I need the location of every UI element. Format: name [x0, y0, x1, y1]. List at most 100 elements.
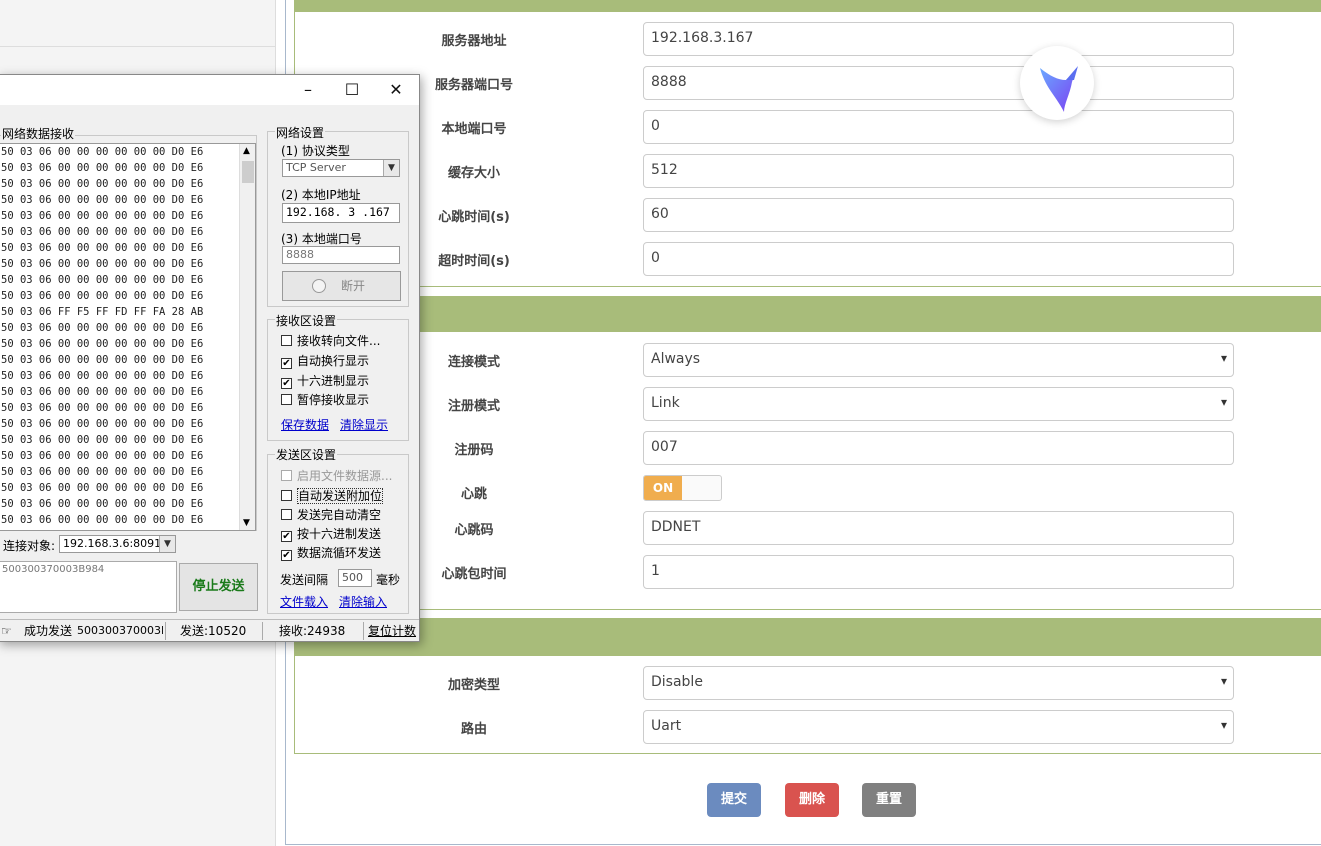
checkbox[interactable]	[281, 490, 292, 501]
file-source-option[interactable]: 启用文件数据源...	[281, 468, 392, 484]
checkbox[interactable]: ✔	[281, 531, 292, 542]
server-port-input[interactable]: 8888	[643, 66, 1234, 100]
scroll-up-icon[interactable]: ▲	[243, 146, 250, 156]
disconnect-label: 断开	[341, 279, 366, 293]
local-ip-input[interactable]: 192.168. 3 .167	[282, 203, 400, 223]
encrypt-type-value: Disable	[651, 674, 703, 690]
file-load-link[interactable]: 文件载入	[280, 593, 328, 610]
loop-send-option[interactable]: ✔ 数据流循环发送	[281, 545, 381, 561]
recv-line: 50 03 06 00 00 00 00 00 00 D0 E6	[1, 258, 204, 270]
pause-recv-option[interactable]: 暂停接收显示	[281, 392, 369, 408]
protocol-value: TCP Server	[286, 161, 346, 174]
recv-settings-title: 接收区设置	[275, 312, 338, 329]
encrypt-type-select[interactable]: Disable	[643, 666, 1234, 700]
heartbeat-time-input[interactable]: 60	[643, 198, 1234, 232]
protocol-label: (1) 协议类型	[281, 144, 350, 158]
clear-input-link[interactable]: 清除输入	[339, 593, 387, 610]
recv-line: 50 03 06 00 00 00 00 00 00 D0 E6	[1, 274, 204, 286]
send-settings-title: 发送区设置	[275, 446, 338, 463]
chevron-down-icon[interactable]: ▼	[383, 160, 399, 176]
recv-line: 50 03 06 00 00 00 00 00 00 D0 E6	[1, 450, 204, 462]
register-code-input[interactable]: 007	[643, 431, 1234, 465]
connect-mode-select[interactable]: Always	[643, 343, 1234, 377]
local-port-input-win[interactable]: 8888	[282, 246, 400, 264]
reset-button[interactable]: 重置	[862, 783, 916, 817]
recv-line: 50 03 06 FF F5 FF FD FF FA 28 AB	[1, 306, 204, 318]
register-mode-select[interactable]: Link	[643, 387, 1234, 421]
recv-textarea[interactable]: 50 03 06 00 00 00 00 00 00 D0 E6 50 03 06…	[0, 143, 256, 531]
heartbeat-toggle-on: ON	[644, 476, 682, 500]
close-icon[interactable]: ✕	[381, 79, 411, 101]
hex-display-option[interactable]: ✔ 十六进制显示	[281, 373, 369, 389]
send-interval-input[interactable]: 500	[338, 569, 372, 587]
heartbeat-packet-time-input[interactable]: 1	[643, 555, 1234, 589]
section-header-register	[294, 296, 1321, 332]
recv-line: 50 03 06 00 00 00 00 00 00 D0 E6	[1, 386, 204, 398]
delete-button[interactable]: 删除	[785, 783, 839, 817]
hex-send-label: 按十六进制发送	[297, 527, 382, 541]
auto-append-label: 自动发送附加位	[297, 488, 384, 504]
stop-send-button[interactable]: 停止发送	[179, 563, 258, 611]
recv-line: 50 03 06 00 00 00 00 00 00 D0 E6	[1, 194, 204, 206]
floating-assistant-button[interactable]	[1020, 46, 1094, 120]
recv-line: 50 03 06 00 00 00 00 00 00 D0 E6	[1, 226, 204, 238]
clear-display-link[interactable]: 清除显示	[340, 416, 388, 433]
timeout-input[interactable]: 0	[643, 242, 1234, 276]
hex-display-label: 十六进制显示	[297, 374, 370, 388]
recv-line: 50 03 06 00 00 00 00 00 00 D0 E6	[1, 162, 204, 174]
connect-mode-value: Always	[651, 351, 701, 367]
heartbeat-code-input[interactable]: DDNET	[643, 511, 1234, 545]
hex-send-option[interactable]: ✔ 按十六进制发送	[281, 526, 381, 542]
local-port-label-win: (3) 本地端口号	[281, 232, 362, 246]
recv-line: 50 03 06 00 00 00 00 00 00 D0 E6	[1, 402, 204, 414]
protocol-select[interactable]: TCP Server ▼	[282, 159, 400, 177]
disconnect-button[interactable]: 断开	[282, 271, 401, 301]
hand-pointer-icon: ☞	[1, 624, 12, 638]
recv-line: 50 03 06 00 00 00 00 00 00 D0 E6	[1, 354, 204, 366]
server-address-label: 服务器地址	[441, 34, 507, 49]
recv-line: 50 03 06 00 00 00 00 00 00 D0 E6	[1, 210, 204, 222]
recv-line: 50 03 06 00 00 00 00 00 00 D0 E6	[1, 466, 204, 478]
send-status-text: 成功发送	[24, 624, 73, 638]
submit-button[interactable]: 提交	[707, 783, 761, 817]
checkbox[interactable]: ✔	[281, 378, 292, 389]
recv-to-file-option[interactable]: 接收转向文件...	[281, 333, 380, 349]
send-interval-label: 发送间隔	[280, 573, 329, 587]
server-address-input[interactable]: 192.168.3.167	[643, 22, 1234, 56]
checkbox[interactable]: ✔	[281, 550, 292, 561]
auto-append-option[interactable]: 自动发送附加位	[281, 488, 384, 504]
scroll-down-icon[interactable]: ▼	[243, 518, 250, 528]
send-textarea[interactable]: 500300370003B984	[0, 561, 177, 613]
route-label: 路由	[460, 722, 487, 737]
heartbeat-toggle[interactable]: ON	[643, 475, 722, 501]
recv-line: 50 03 06 00 00 00 00 00 00 D0 E6	[1, 370, 204, 382]
checkbox[interactable]	[281, 509, 292, 520]
recv-title: 网络数据接收	[1, 125, 76, 142]
buffer-size-input[interactable]: 512	[643, 154, 1234, 188]
save-data-link[interactable]: 保存数据	[281, 416, 329, 433]
checkbox[interactable]	[281, 394, 292, 405]
checkbox[interactable]	[281, 335, 292, 346]
send-status-data: 500300370003B984	[77, 624, 163, 637]
recv-line: 50 03 06 00 00 00 00 00 00 D0 E6	[1, 322, 204, 334]
recv-line: 50 03 06 00 00 00 00 00 00 D0 E6	[1, 498, 204, 510]
chevron-down-icon[interactable]: ▼	[159, 536, 175, 552]
checkbox[interactable]: ✔	[281, 358, 292, 369]
window-titlebar[interactable]: – ☐ ✕	[0, 75, 419, 105]
minimize-icon[interactable]: –	[293, 79, 323, 101]
maximize-icon[interactable]: ☐	[337, 79, 367, 101]
auto-wrap-option[interactable]: ✔ 自动换行显示	[281, 353, 369, 369]
auto-wrap-label: 自动换行显示	[297, 354, 370, 368]
auto-clear-option[interactable]: 发送完自动清空	[281, 507, 381, 523]
checkbox[interactable]	[281, 470, 292, 481]
recv-scrollbar[interactable]: ▲ ▼	[239, 144, 255, 530]
connect-target-combo[interactable]: 192.168.3.6:8091 ▼	[59, 535, 176, 553]
connect-target-value: 192.168.3.6:8091	[63, 537, 162, 550]
recv-line: 50 03 06 00 00 00 00 00 00 D0 E6	[1, 418, 204, 430]
local-port-input[interactable]: 0	[643, 110, 1234, 144]
scroll-thumb[interactable]	[242, 161, 254, 183]
route-select[interactable]: Uart	[643, 710, 1234, 744]
bird-icon	[1040, 66, 1078, 112]
reset-count-button[interactable]: 复位计数	[363, 622, 419, 640]
auto-clear-label: 发送完自动清空	[297, 508, 382, 522]
